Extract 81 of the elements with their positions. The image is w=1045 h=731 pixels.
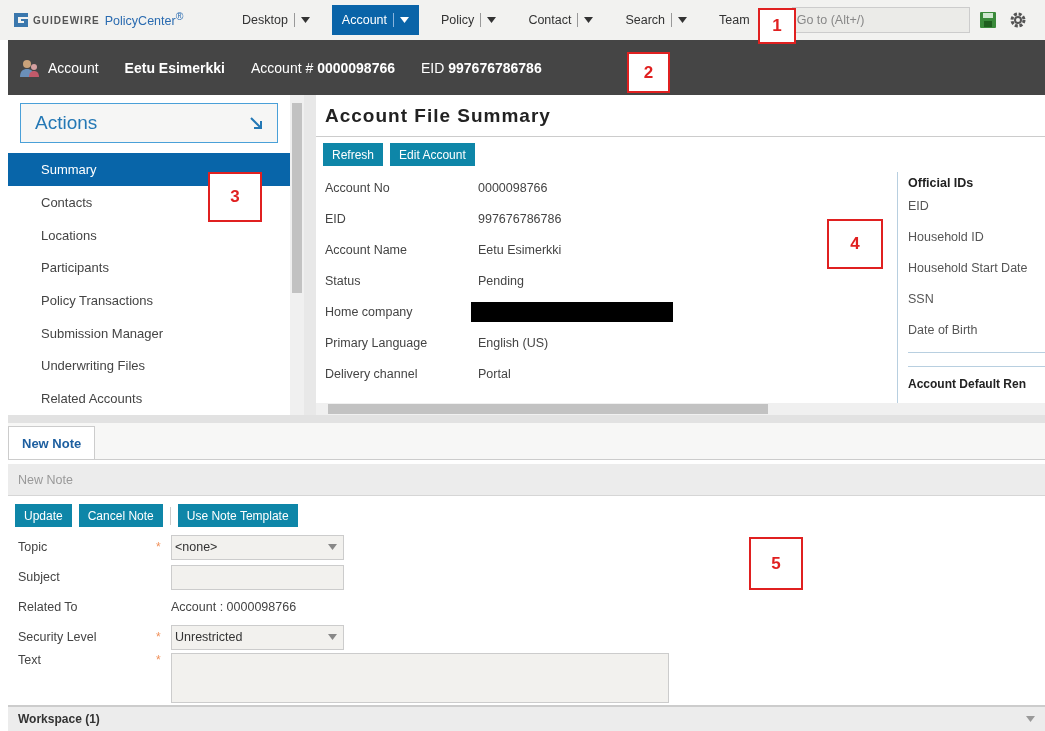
people-icon bbox=[20, 58, 40, 77]
action-button[interactable]: Refresh bbox=[323, 143, 384, 166]
field-label: Status bbox=[325, 273, 362, 288]
field-value: Pending bbox=[478, 273, 524, 288]
account-number: Account # 0000098766 bbox=[251, 59, 395, 76]
field-label: Primary Language bbox=[325, 335, 429, 350]
select-field[interactable]: Unrestricted bbox=[171, 624, 344, 650]
field-label: SSN bbox=[908, 290, 935, 308]
annotation-marker: 4 bbox=[827, 219, 883, 269]
required-mark: * bbox=[156, 540, 161, 554]
field-label: Delivery channel bbox=[325, 366, 419, 381]
required-mark: * bbox=[156, 630, 161, 644]
field-label: Account No bbox=[325, 180, 391, 195]
sidebar-item[interactable]: Participants bbox=[8, 251, 117, 285]
nav-tab[interactable]: Account bbox=[331, 5, 420, 35]
field-label: Date of Birth bbox=[908, 321, 979, 339]
caret-icon bbox=[328, 634, 337, 640]
annotation-marker: 5 bbox=[749, 537, 803, 590]
nav-tab[interactable]: Team bbox=[709, 5, 760, 35]
annotation-marker: 1 bbox=[758, 8, 796, 44]
arrow-icon bbox=[250, 116, 263, 130]
field-value: English (US) bbox=[478, 335, 549, 350]
field-value: Portal bbox=[478, 366, 511, 381]
field-label: Related To bbox=[18, 600, 79, 614]
field-label: EID bbox=[908, 197, 930, 215]
select-field[interactable]: <none> bbox=[171, 534, 344, 560]
workspace-title: Workspace (1) bbox=[18, 712, 100, 726]
scrollbar[interactable] bbox=[290, 95, 304, 415]
field-value: Eetu Esimerkki bbox=[478, 242, 562, 257]
field-label: Household Start Date bbox=[908, 259, 1029, 277]
nav-tab[interactable]: Policy bbox=[431, 5, 507, 35]
caret-icon bbox=[1026, 716, 1035, 722]
section-title: Account Default Ren bbox=[908, 366, 1045, 391]
product-name: PolicyCenter$^{®}$ bbox=[104, 11, 184, 29]
scrollbar[interactable] bbox=[316, 403, 1045, 415]
field-label: Home company bbox=[325, 304, 414, 319]
field-label: Account Name bbox=[325, 242, 408, 257]
action-button[interactable]: Edit Account bbox=[390, 143, 475, 166]
field-label: Text bbox=[18, 653, 42, 667]
splitter-bar[interactable] bbox=[8, 415, 1045, 423]
page-title: Account File Summary bbox=[316, 95, 1045, 137]
sidebar-item[interactable]: Submission Manager bbox=[8, 316, 172, 350]
required-mark: * bbox=[156, 653, 161, 667]
goto-field[interactable]: Go to (Alt+/) bbox=[791, 7, 970, 33]
sidebar-item[interactable]: Underwriting Files bbox=[8, 349, 154, 383]
account-holder-name: Eetu Esimerkki bbox=[124, 59, 225, 76]
nav-tab[interactable]: Contact bbox=[518, 5, 604, 35]
field-label: EID bbox=[325, 211, 347, 226]
field-label: Topic bbox=[18, 540, 49, 554]
sidebar-item[interactable]: Summary bbox=[8, 153, 290, 187]
action-button[interactable]: Cancel Note bbox=[78, 504, 163, 527]
field-label: Subject bbox=[18, 570, 61, 584]
sidebar-item[interactable]: Contacts bbox=[8, 186, 101, 219]
nav-tab[interactable]: Search bbox=[615, 5, 698, 35]
tab[interactable]: New Note bbox=[8, 426, 96, 459]
action-button[interactable]: Use Note Template bbox=[177, 504, 298, 527]
eid-number: EID 997676786786 bbox=[421, 59, 542, 76]
annotation-marker: 2 bbox=[627, 52, 670, 93]
sidebar-item[interactable]: Related Accounts bbox=[8, 382, 151, 415]
brand-name: GUIDEWIRE bbox=[33, 14, 100, 26]
input-field[interactable] bbox=[171, 564, 344, 590]
text-area[interactable] bbox=[171, 653, 669, 703]
panel-title: New Note bbox=[8, 464, 1045, 496]
logo-icon bbox=[14, 13, 28, 27]
field-label: Security Level bbox=[18, 630, 98, 644]
field-value: 997676786786 bbox=[478, 211, 562, 226]
field-value: Account : 0000098766 bbox=[171, 600, 297, 614]
account-label: Account bbox=[20, 58, 99, 77]
nav-tab[interactable]: Desktop bbox=[232, 5, 320, 35]
caret-icon bbox=[328, 544, 337, 550]
field-label: Household ID bbox=[908, 228, 985, 246]
settings-icon[interactable] bbox=[1009, 12, 1026, 28]
save-icon[interactable] bbox=[979, 12, 996, 28]
action-button[interactable]: Update bbox=[15, 504, 72, 527]
field-value: 0000098766 bbox=[478, 180, 548, 195]
actions-button[interactable]: Actions bbox=[20, 103, 278, 144]
section-title: Official IDs bbox=[908, 176, 975, 190]
annotation-marker: 3 bbox=[208, 172, 262, 222]
sidebar-item[interactable]: Locations bbox=[8, 218, 105, 252]
sidebar-item[interactable]: Policy Transactions bbox=[8, 284, 161, 317]
splitter-bar[interactable] bbox=[304, 95, 316, 415]
